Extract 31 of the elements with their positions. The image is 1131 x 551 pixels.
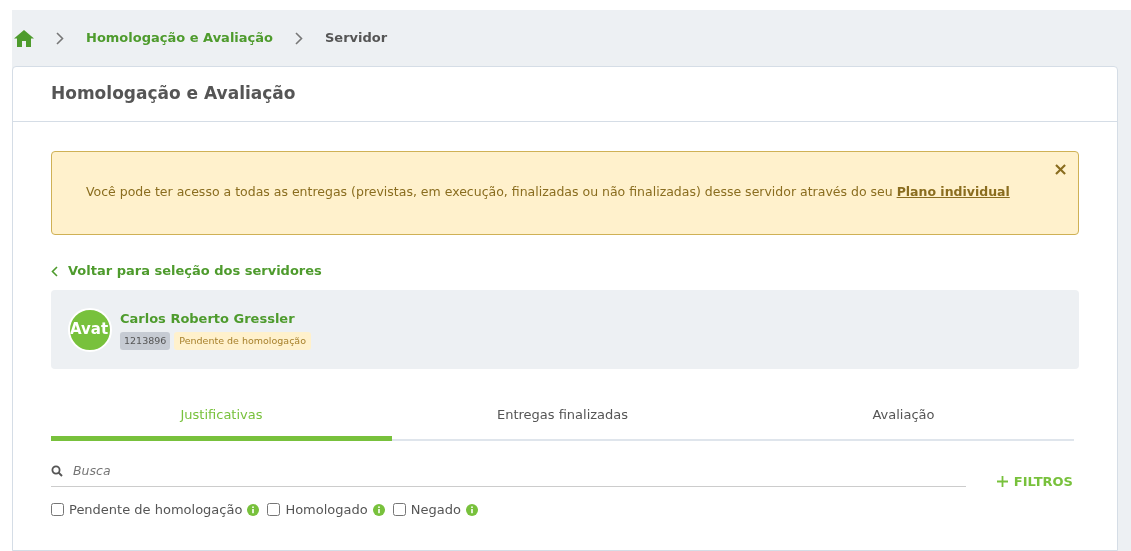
- checkbox-label: Negado: [410, 501, 461, 519]
- back-link[interactable]: Voltar para seleção dos servidores: [51, 261, 322, 281]
- plan-link[interactable]: Plano individual: [896, 183, 1010, 199]
- plus-icon: [996, 475, 1008, 487]
- search-field[interactable]: Busca: [71, 460, 966, 482]
- checkbox-label: Homologado: [285, 501, 368, 519]
- info-icon: [247, 503, 260, 516]
- card-title: Homologação e Avaliação: [13, 67, 1117, 122]
- status-tag: Pendente de homologação: [174, 332, 311, 351]
- tab[interactable]: Entregas finalizadas: [392, 399, 733, 441]
- alert-message: Você pode ter acesso a todas as entregas (previstas, em execução, finalizadas ou não finalizadas) desse servidor através do seu Plano individual: [86, 183, 1010, 199]
- home-icon[interactable]: [14, 29, 34, 47]
- info-icon: [372, 503, 385, 516]
- checkbox[interactable]: [51, 503, 64, 517]
- tab[interactable]: Avaliação: [733, 399, 1074, 441]
- avatar: Avat: [68, 307, 112, 352]
- servidor-name: Carlos Roberto Gressler: [120, 309, 296, 328]
- close-button[interactable]: ×: [1050, 157, 1070, 180]
- tab[interactable]: Justificativas: [51, 399, 392, 441]
- filters-button[interactable]: FILTROS: [990, 470, 1079, 492]
- search-icon: [51, 464, 63, 477]
- info-icon: [465, 503, 478, 516]
- servidor-id-tag: 1213896: [120, 332, 171, 351]
- chevron-icon: [295, 31, 303, 45]
- checkbox[interactable]: [392, 503, 406, 517]
- chevron-icon: [56, 31, 64, 45]
- back-chevron-icon: [51, 265, 58, 277]
- breadcrumb-link[interactable]: Homologação e Avaliação: [86, 28, 273, 48]
- checkbox[interactable]: [267, 503, 281, 517]
- breadcrumb-current: Servidor: [325, 29, 388, 48]
- checkbox-label: Pendente de homologação: [69, 501, 243, 519]
